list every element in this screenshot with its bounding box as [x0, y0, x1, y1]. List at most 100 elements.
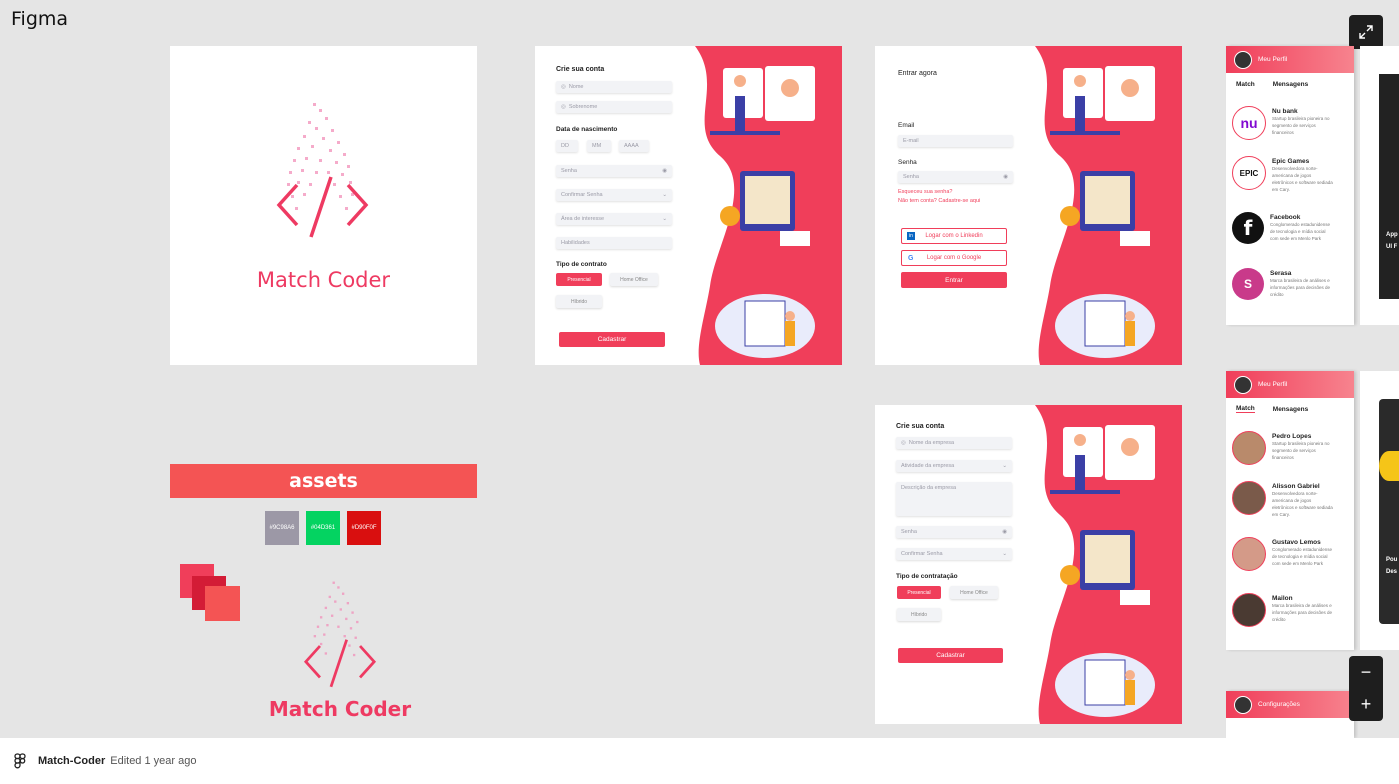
year-input[interactable]: AAAA [619, 140, 649, 152]
password-input[interactable]: Senha ◉ [556, 165, 672, 177]
login-password-input[interactable]: Senha ◉ [898, 171, 1013, 183]
serasa-logo-icon: S [1232, 268, 1264, 300]
chevron-down-icon: ⌄ [1002, 463, 1007, 469]
assets-logo-name: Match Coder [268, 697, 412, 721]
partial-frame-top: App UI F [1360, 46, 1399, 325]
eye-icon[interactable]: ◉ [1002, 529, 1007, 535]
birth-label: Data de nascimento [556, 126, 618, 133]
match-people-frame: Meu Perfil Match Mensagens Pedro Lopes Sta… [1226, 371, 1354, 650]
hibrido-chip[interactable]: Híbrido [556, 295, 602, 308]
list-item[interactable]: Pedro Lopes Startup brasileira pioneira n… [1226, 431, 1334, 465]
signup-link[interactable]: Não tem conta? Cadastre-se aqui [898, 198, 980, 204]
person-avatar [1232, 537, 1266, 571]
card-subtitle: UI F [1386, 244, 1398, 250]
hibrido-chip[interactable]: Híbrido [897, 608, 941, 621]
presencial-chip[interactable]: Presencial [556, 273, 602, 286]
login-title: Entrar agora [898, 70, 937, 77]
assets-title: assets [170, 464, 477, 498]
footer-bar: Match-Coder Edited 1 year ago [0, 738, 1399, 784]
company-contract-label: Tipo de contratação [896, 573, 958, 580]
chevron-down-icon: ⌄ [662, 216, 667, 222]
email-input[interactable]: E-mail [898, 135, 1013, 147]
confirm-password-input[interactable]: Confirmar Senha ⌄ [556, 189, 672, 201]
eye-icon[interactable]: ◉ [1003, 174, 1008, 180]
company-submit-button[interactable]: Cadastrar [898, 648, 1003, 663]
profile-header[interactable]: Meu Perfil [1226, 371, 1354, 398]
list-item[interactable]: S Serasa Marca brasileira de análises e i… [1226, 268, 1332, 300]
logo-name: Match Coder [256, 268, 391, 292]
tab-match[interactable]: Match [1236, 81, 1255, 88]
login-frame: Entrar agora Email E-mail Senha Senha ◉ E… [875, 46, 1182, 365]
google-login-button[interactable]: G Logar com o Google [901, 250, 1007, 266]
card-subtitle: Des [1386, 569, 1398, 575]
tab-messages[interactable]: Mensagens [1273, 406, 1308, 413]
person-avatar [1232, 593, 1266, 627]
flame-code-logo [303, 581, 377, 688]
avatar [1234, 50, 1252, 69]
company-confirm-input[interactable]: Confirmar Senha ⌄ [896, 548, 1012, 560]
user-icon: ◎ [901, 440, 906, 446]
description-textarea[interactable]: Descrição da empresa [896, 482, 1012, 516]
card-photo [1379, 451, 1399, 481]
chevron-down-icon: ⌄ [662, 192, 667, 198]
profile-header[interactable]: Meu Perfil [1226, 46, 1354, 73]
facebook-logo-icon: f [1232, 212, 1264, 244]
figma-wordmark: Figma [11, 8, 69, 30]
zoom-in-button[interactable]: + [1349, 688, 1383, 720]
company-name-input[interactable]: ◎ Nome da empresa [896, 437, 1012, 449]
interest-select[interactable]: Área de interesse ⌄ [556, 213, 672, 225]
signup-submit-button[interactable]: Cadastrar [559, 332, 665, 347]
list-item[interactable]: Gustavo Lemos Conglomerado estadunidense … [1226, 537, 1334, 571]
month-input[interactable]: MM [587, 140, 611, 152]
card-image [1379, 74, 1399, 299]
zoom-out-button[interactable]: − [1349, 656, 1383, 688]
company-password-input[interactable]: Senha ◉ [896, 526, 1012, 538]
login-submit-button[interactable]: Entrar [901, 272, 1007, 288]
linkedin-login-button[interactable]: in Logar com o Linkedin [901, 228, 1007, 244]
home-office-chip[interactable]: Home Office [610, 273, 658, 286]
card-image [1379, 399, 1399, 624]
settings-header[interactable]: Configurações [1226, 691, 1354, 718]
company-signup-frame: Crie sua conta ◎ Nome da empresa Atividad… [875, 405, 1182, 724]
day-input[interactable]: DD [556, 140, 578, 152]
avatar [1234, 375, 1252, 394]
forgot-password-link[interactable]: Esqueceu sua senha? [898, 189, 952, 195]
color-swatch: #D90F0F [347, 511, 381, 545]
presencial-chip[interactable]: Presencial [897, 586, 941, 599]
nubank-logo-icon: nu [1232, 106, 1266, 140]
card-title: Pou [1386, 557, 1398, 563]
shape-square [205, 586, 240, 621]
card-title: App [1386, 232, 1398, 238]
linkedin-icon: in [907, 232, 915, 240]
eye-icon[interactable]: ◉ [662, 168, 667, 174]
company-signup-title: Crie sua conta [896, 423, 945, 430]
partial-frame-bottom: Pou Des [1360, 371, 1399, 650]
edited-timestamp: Edited 1 year ago [110, 755, 197, 767]
figma-logo-icon [14, 753, 26, 769]
file-name[interactable]: Match-Coder [38, 755, 105, 767]
list-item[interactable]: EPIC Epic Games Desenvolvedora norte-amer… [1226, 156, 1334, 193]
first-name-input[interactable]: ◎ Nome [556, 81, 672, 93]
match-companies-frame: Meu Perfil Match Mensagens nu Nu bank Star… [1226, 46, 1354, 325]
signup-illustration [695, 46, 842, 365]
list-item[interactable]: Alisson Gabriel Desenvolvedora norte-amer… [1226, 481, 1334, 518]
password-label: Senha [898, 159, 917, 166]
login-illustration [1035, 46, 1182, 365]
tab-messages[interactable]: Mensagens [1273, 81, 1308, 88]
tab-match[interactable]: Match [1236, 405, 1255, 413]
flame-code-logo [276, 103, 369, 238]
person-avatar [1232, 481, 1266, 515]
list-item[interactable]: nu Nu bank Startup brasileira pioneira no… [1226, 106, 1334, 140]
last-name-input[interactable]: ◎ Sobrenome [556, 101, 672, 113]
home-office-chip[interactable]: Home Office [950, 586, 998, 599]
color-swatch: #04D361 [306, 511, 340, 545]
expand-icon[interactable] [1349, 15, 1383, 49]
logo-frame: Match Coder [170, 46, 477, 365]
list-item[interactable]: f Facebook Conglomerado estadunidense de … [1226, 212, 1332, 244]
activity-select[interactable]: Atividade da empresa ⌄ [896, 460, 1012, 472]
list-item[interactable]: Mailon Marca brasileira de análises e inf… [1226, 593, 1334, 627]
color-swatch: #9C98A6 [265, 511, 299, 545]
settings-frame: Configurações [1226, 691, 1354, 738]
email-label: Email [898, 122, 915, 129]
skills-input[interactable]: Habilidades [556, 237, 672, 249]
